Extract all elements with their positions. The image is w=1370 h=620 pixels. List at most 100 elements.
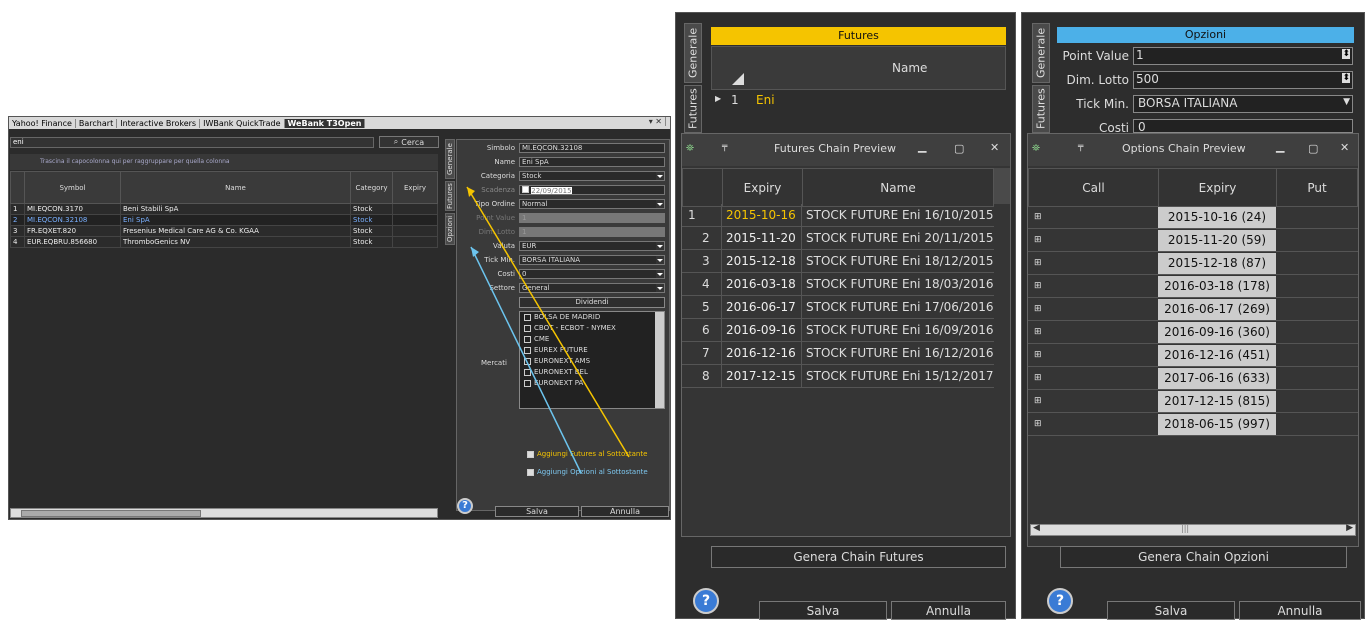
table-row[interactable]: ⊞ 2016-12-16 (451) — [1028, 344, 1358, 367]
scroll-thumb[interactable] — [21, 510, 201, 517]
table-row[interactable]: 1 MI.EQCON.3170 Beni Stabili SpA Stock — [10, 203, 438, 215]
cell-expiry — [392, 236, 438, 248]
cerca-button[interactable]: ⌕ Cerca — [379, 136, 439, 148]
col-category[interactable]: Category — [350, 171, 393, 204]
expand-plus-icon[interactable]: ⊞ — [1028, 206, 1158, 229]
maximize-icon[interactable]: ▢ — [954, 142, 964, 155]
table-row[interactable]: 3 FR.EQXET.820 Fresenius Medical Care AG &… — [10, 225, 438, 237]
col-name[interactable]: Name — [892, 61, 927, 75]
tab-barchart[interactable]: Barchart — [76, 118, 118, 128]
col-symbol[interactable]: Symbol — [24, 171, 121, 204]
vtab-generale[interactable]: Generale — [445, 139, 455, 179]
help-icon[interactable]: ? — [1047, 588, 1073, 614]
maximize-icon[interactable]: ▢ — [1308, 142, 1318, 155]
col-expiry[interactable]: Expiry — [392, 171, 438, 204]
tab-iwbank[interactable]: IWBank QuickTrade — [200, 118, 285, 128]
search-input[interactable]: eni — [10, 137, 374, 148]
close-icon[interactable]: ✕ — [1340, 141, 1349, 154]
vtab-futures[interactable]: Futures — [684, 85, 702, 133]
table-row[interactable]: 2 2015-11-20 STOCK FUTURE Eni 20/11/2015 — [682, 226, 994, 250]
simbolo-field[interactable]: MI.EQCON.32108 — [519, 143, 665, 153]
genera-chain-futures-button[interactable]: Genera Chain Futures — [711, 546, 1006, 568]
vertical-scrollbar[interactable] — [994, 168, 1010, 204]
table-row[interactable]: ⊞ 2016-06-17 (269) — [1028, 298, 1358, 321]
dim-lotto-spinner[interactable]: 500 ⬍ — [1133, 71, 1353, 89]
expand-plus-icon[interactable]: ⊞ — [1028, 321, 1158, 344]
table-row[interactable]: 4 EUR.EQBRU.856680 ThromboGenics NV Stock — [10, 236, 438, 248]
salva-button[interactable]: Salva — [495, 506, 579, 517]
pin-icon[interactable]: ╤ — [1078, 142, 1083, 152]
minimize-icon[interactable]: ▁ — [918, 140, 926, 153]
scroll-right-icon[interactable]: ▶ — [1346, 523, 1353, 533]
col-put[interactable]: Put — [1276, 168, 1358, 207]
col-call[interactable]: Call — [1028, 168, 1159, 207]
instrument-editor-panel: Yahoo! Finance Barchart Interactive Brok… — [8, 116, 671, 520]
horizontal-scrollbar[interactable] — [10, 508, 438, 518]
expand-plus-icon[interactable]: ⊞ — [1028, 344, 1158, 367]
salva-button[interactable]: Salva — [759, 601, 887, 620]
cell-name: STOCK FUTURE Eni 20/11/2015 — [806, 231, 994, 245]
pin-icon[interactable]: ╤ — [722, 142, 727, 152]
table-row[interactable]: ⊞ 2016-03-18 (178) — [1028, 275, 1358, 298]
tab-yahoo[interactable]: Yahoo! Finance — [9, 118, 76, 128]
futures-grid-header: Name — [711, 46, 1006, 90]
table-row[interactable]: 6 2016-09-16 STOCK FUTURE Eni 16/09/2016 — [682, 318, 994, 342]
tick-min-select[interactable]: BORSA ITALIANA ▼ — [1133, 95, 1353, 113]
table-row[interactable]: ⊞ 2017-06-16 (633) — [1028, 367, 1358, 390]
vtab-generale[interactable]: Generale — [1032, 23, 1050, 83]
vtab-futures[interactable]: Futures — [1032, 85, 1050, 133]
table-row[interactable]: 7 2016-12-16 STOCK FUTURE Eni 16/12/2016 — [682, 341, 994, 365]
col-expiry[interactable]: Expiry — [1158, 168, 1277, 207]
expand-plus-icon[interactable]: ⊞ — [1028, 413, 1158, 436]
col-name[interactable]: Name — [120, 171, 351, 204]
annulla-button[interactable]: Annulla — [1239, 601, 1361, 620]
spinner-icon[interactable]: ⬍ — [1342, 73, 1350, 83]
table-row[interactable]: ⊞ 2016-09-16 (360) — [1028, 321, 1358, 344]
table-row[interactable]: ⊞ 2018-06-15 (997) — [1028, 413, 1358, 436]
table-row[interactable]: 8 2017-12-15 STOCK FUTURE Eni 15/12/2017 — [682, 364, 994, 388]
name-field[interactable]: Eni SpA — [519, 157, 665, 167]
table-row[interactable]: ⊞ 2015-12-18 (87) — [1028, 252, 1358, 275]
expand-plus-icon[interactable]: ⊞ — [1028, 367, 1158, 390]
table-row[interactable]: 3 2015-12-18 STOCK FUTURE Eni 18/12/2015 — [682, 249, 994, 273]
help-icon[interactable]: ? — [693, 588, 719, 614]
annulla-button[interactable]: Annulla — [891, 601, 1006, 620]
help-icon[interactable]: ? — [457, 498, 473, 514]
cell-expiry: 2018-06-15 (997) — [1158, 413, 1276, 435]
expand-plus-icon[interactable]: ⊞ — [1028, 252, 1158, 275]
table-row[interactable]: 1 2015-10-16 STOCK FUTURE Eni 16/10/2015 — [682, 203, 994, 227]
table-row[interactable]: ▶ 1 Eni — [711, 91, 1006, 111]
table-row[interactable]: 4 2016-03-18 STOCK FUTURE Eni 18/03/2016 — [682, 272, 994, 296]
close-icon[interactable]: ✕ — [990, 141, 999, 154]
tab-webank[interactable]: WeBank T3Open — [284, 118, 366, 128]
expand-plus-icon[interactable]: ⊞ — [1028, 229, 1158, 252]
tab-interactive-brokers[interactable]: Interactive Brokers — [117, 118, 201, 128]
cell-expiry: 2016-03-18 (178) — [1158, 275, 1276, 297]
cell-expiry — [392, 203, 438, 215]
col-name[interactable]: Name — [802, 168, 994, 207]
spinner-icon[interactable]: ⬍ — [1342, 49, 1350, 59]
minimize-icon[interactable]: ▁ — [1276, 140, 1284, 153]
salva-button[interactable]: Salva — [1107, 601, 1235, 620]
col-expiry[interactable]: Expiry — [722, 168, 803, 207]
cell-name: Eni SpA — [120, 214, 351, 226]
table-row[interactable]: ⊞ 2015-10-16 (24) — [1028, 206, 1358, 229]
expand-plus-icon[interactable]: ⊞ — [1028, 390, 1158, 413]
panel-controls-icon[interactable]: ▾ ✕ — [646, 117, 666, 126]
table-row[interactable]: 5 2016-06-17 STOCK FUTURE Eni 17/06/2016 — [682, 295, 994, 319]
row-index: 1 — [682, 203, 722, 227]
table-row[interactable]: ⊞ 2015-11-20 (59) — [1028, 229, 1358, 252]
expand-plus-icon[interactable]: ⊞ — [1028, 298, 1158, 321]
horizontal-scrollbar[interactable]: ◀ ||| ▶ — [1030, 523, 1356, 536]
annulla-button[interactable]: Annulla — [581, 506, 669, 517]
table-row[interactable]: 2 MI.EQCON.32108 Eni SpA Stock — [10, 214, 438, 226]
costi-select[interactable]: 0 — [1133, 119, 1353, 134]
point-value-spinner[interactable]: 1 ⬍ — [1133, 47, 1353, 65]
genera-chain-opzioni-button[interactable]: Genera Chain Opzioni — [1060, 546, 1347, 568]
vtab-generale[interactable]: Generale — [684, 23, 702, 83]
cell-symbol: MI.EQCON.3170 — [24, 203, 121, 215]
expand-plus-icon[interactable]: ⊞ — [1028, 275, 1158, 298]
scroll-thumb[interactable]: ||| — [1181, 524, 1189, 533]
scroll-left-icon[interactable]: ◀ — [1033, 523, 1040, 533]
table-row[interactable]: ⊞ 2017-12-15 (815) — [1028, 390, 1358, 413]
